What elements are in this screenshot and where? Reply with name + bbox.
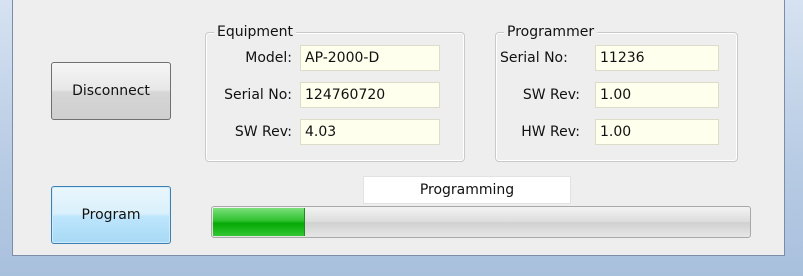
progress-bar bbox=[211, 206, 751, 238]
programmer-group-title: Programmer bbox=[504, 23, 598, 41]
equipment-swrev-field[interactable]: 4.03 bbox=[300, 119, 440, 145]
programmer-hwrev-field[interactable]: 1.00 bbox=[595, 119, 719, 145]
status-label: Programming bbox=[363, 176, 571, 204]
programmer-group: Programmer Serial No: 11236 SW Rev: 1.00… bbox=[495, 23, 738, 162]
programmer-hwrev-label: HW Rev: bbox=[521, 124, 580, 140]
main-panel: Disconnect Program Equipment Model: AP-2… bbox=[12, 0, 785, 256]
programmer-swrev-label: SW Rev: bbox=[522, 87, 580, 103]
disconnect-button[interactable]: Disconnect bbox=[51, 62, 171, 120]
equipment-group: Equipment Model: AP-2000-D Serial No: 12… bbox=[205, 23, 465, 162]
equipment-group-title: Equipment bbox=[214, 23, 296, 41]
programmer-swrev-field[interactable]: 1.00 bbox=[595, 82, 719, 108]
model-field[interactable]: AP-2000-D bbox=[300, 45, 440, 71]
progress-bar-fill bbox=[213, 208, 305, 236]
equipment-swrev-label: SW Rev: bbox=[234, 124, 292, 140]
program-button[interactable]: Program bbox=[51, 186, 171, 244]
equipment-serial-label: Serial No: bbox=[224, 87, 292, 103]
equipment-serial-field[interactable]: 124760720 bbox=[300, 82, 440, 108]
window-frame: Disconnect Program Equipment Model: AP-2… bbox=[0, 0, 803, 276]
programmer-serial-label: Serial No: bbox=[500, 50, 568, 66]
programmer-serial-field[interactable]: 11236 bbox=[595, 45, 719, 71]
model-label: Model: bbox=[245, 50, 292, 66]
